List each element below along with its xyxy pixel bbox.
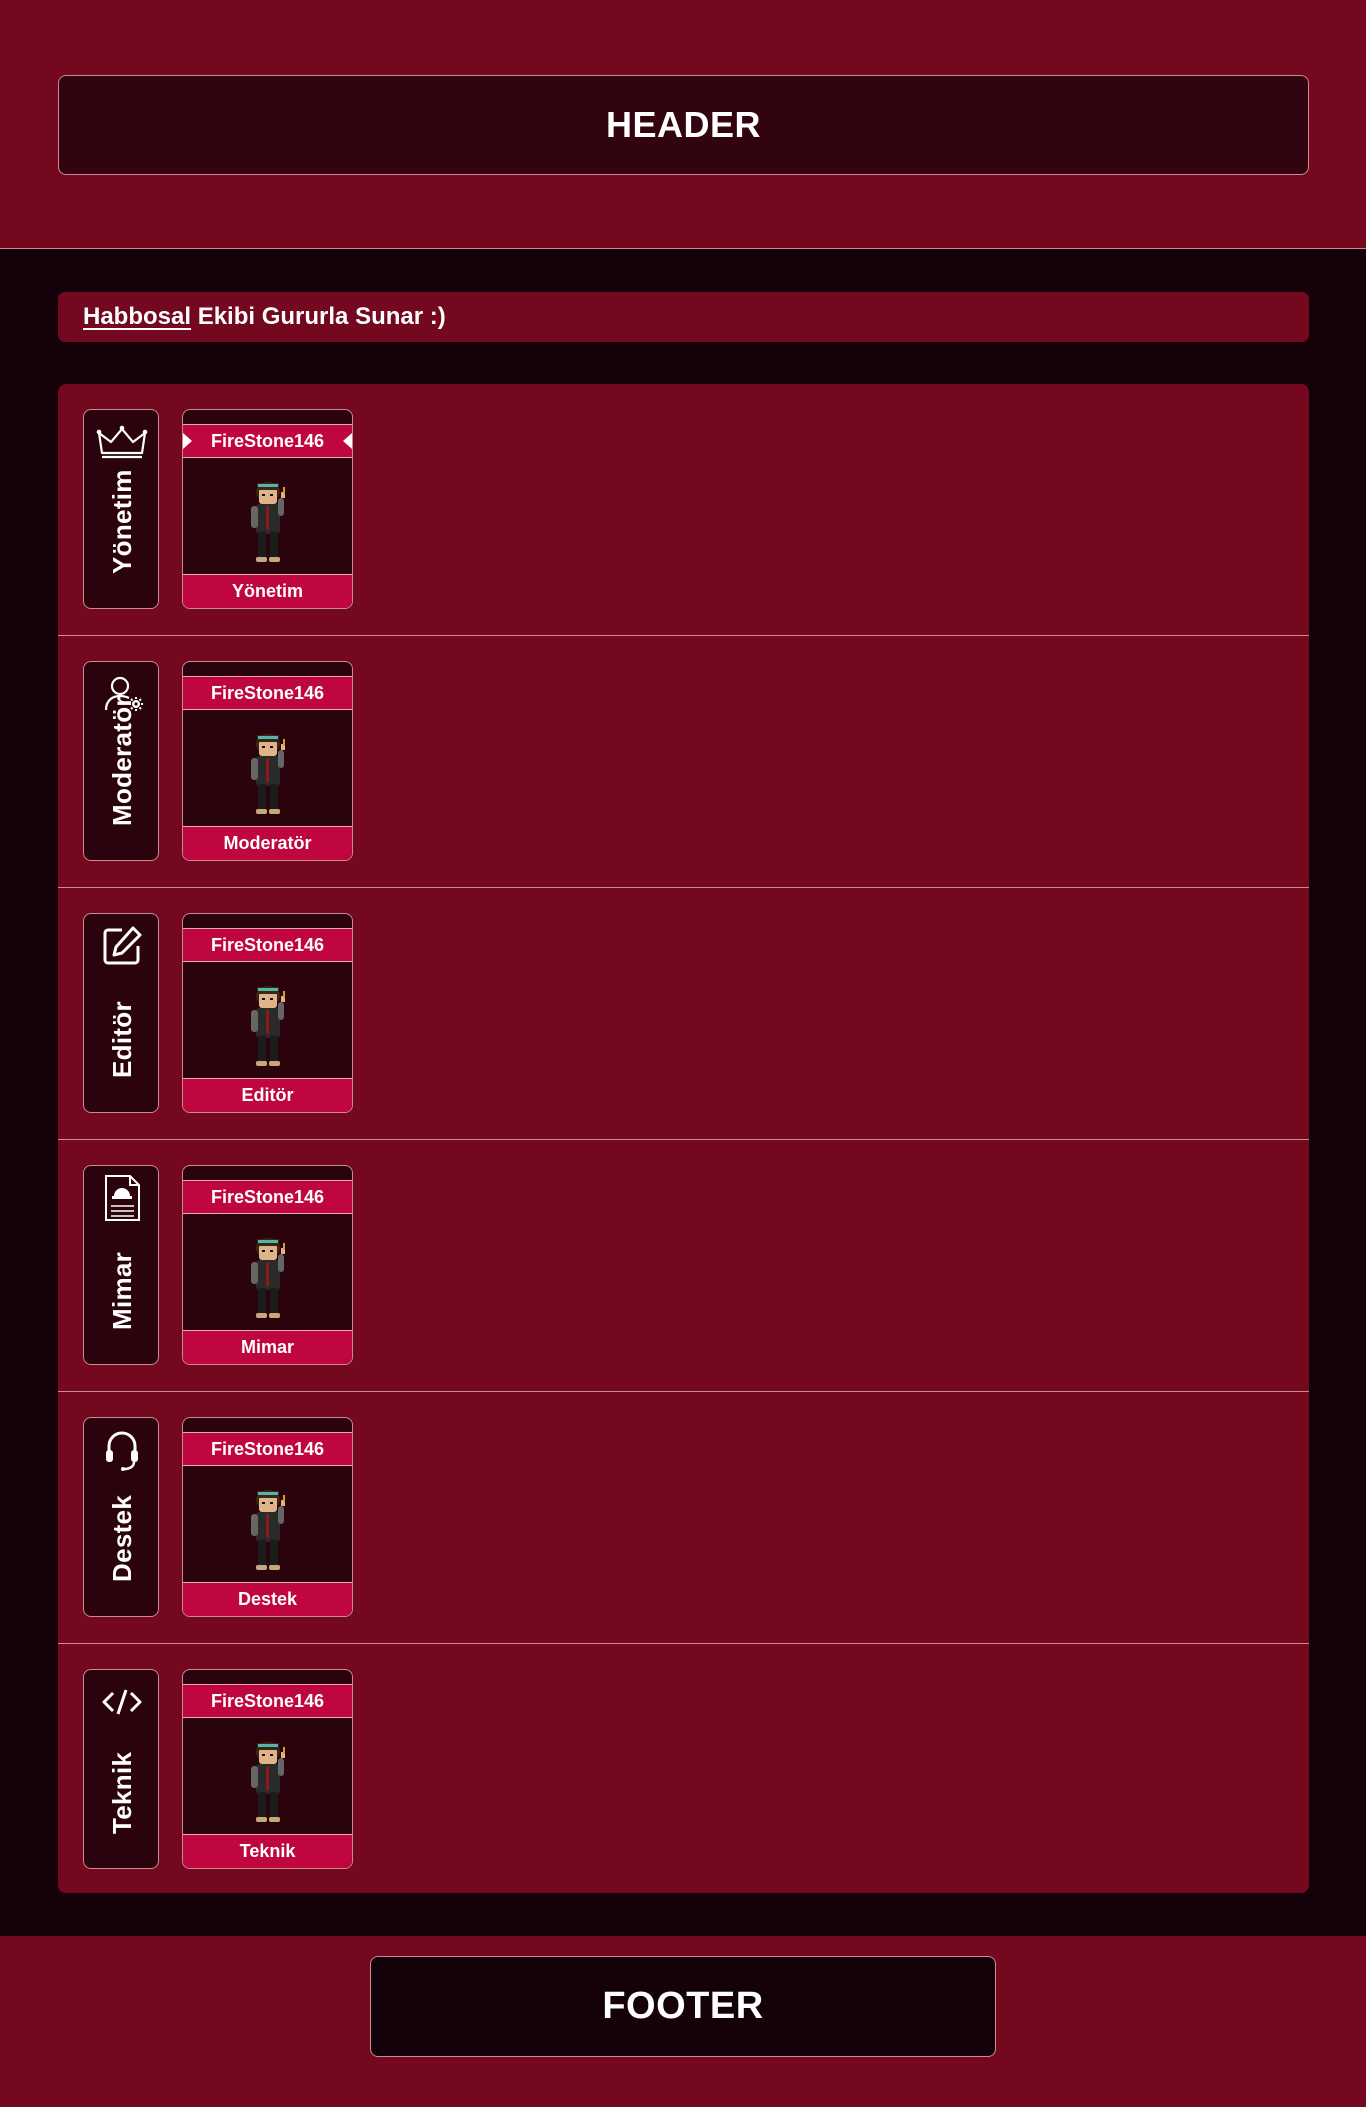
footer-box: FOOTER: [370, 1956, 996, 2057]
team-panel: Yönetim FireStone146 Yönetim Moderatör F…: [58, 384, 1309, 1893]
header-title: HEADER: [605, 104, 761, 145]
member-role: Mimar: [183, 1330, 352, 1364]
tagline-text: Ekibi Gururla Sunar :): [191, 303, 446, 330]
footer-title: FOOTER: [602, 1985, 764, 2027]
rank-label: Editör: [107, 1001, 137, 1078]
avatar: [251, 1238, 285, 1318]
avatar: [251, 482, 285, 562]
header-box: HEADER: [58, 75, 1309, 175]
member-role: Yönetim: [183, 574, 352, 608]
bottom-band: FOOTER: [0, 1936, 1366, 2107]
code-icon: [84, 1676, 160, 1728]
rank-label: Teknik: [107, 1751, 137, 1834]
team-row-destek: Destek FireStone146 Destek: [58, 1392, 1309, 1644]
member-card[interactable]: FireStone146 Yönetim: [182, 409, 353, 609]
member-role: Moderatör: [183, 826, 352, 860]
tagline-bar: Habbosal Ekibi Gururla Sunar :): [58, 292, 1309, 342]
rank-label: Moderatör: [107, 696, 137, 826]
rank-tab: Yönetim: [83, 409, 159, 609]
member-role: Destek: [183, 1582, 352, 1616]
member-card[interactable]: FireStone146 Destek: [182, 1417, 353, 1617]
member-name-text: FireStone146: [210, 1438, 325, 1459]
team-row-moderator: Moderatör FireStone146 Moderatör: [58, 636, 1309, 888]
member-name: FireStone146: [183, 1180, 352, 1214]
member-name-text: FireStone146: [210, 682, 325, 703]
blueprint-document-icon: [84, 1172, 160, 1224]
member-name-text: FireStone146: [210, 934, 325, 955]
avatar: [251, 1742, 285, 1822]
rank-tab: Moderatör: [83, 661, 159, 861]
member-card[interactable]: FireStone146 Teknik: [182, 1669, 353, 1869]
member-name-text: FireStone146: [210, 430, 325, 451]
headset-icon: [84, 1424, 160, 1476]
member-role: Editör: [183, 1078, 352, 1112]
rank-label: Mimar: [107, 1251, 137, 1330]
member-card[interactable]: FireStone146 Mimar: [182, 1165, 353, 1365]
rank-tab: Mimar: [83, 1165, 159, 1365]
rank-label: Yönetim: [107, 469, 137, 574]
rank-tab: Editör: [83, 913, 159, 1113]
member-name: FireStone146: [183, 1684, 352, 1718]
brand-link[interactable]: Habbosal: [83, 303, 191, 331]
team-row-mimar: Mimar FireStone146 Mimar: [58, 1140, 1309, 1392]
member-role: Teknik: [183, 1834, 352, 1868]
member-name: FireStone146: [183, 676, 352, 710]
edit-icon: [84, 920, 160, 972]
top-band: HEADER: [0, 0, 1366, 249]
avatar: [251, 734, 285, 814]
member-card[interactable]: FireStone146 Editör: [182, 913, 353, 1113]
avatar: [251, 986, 285, 1066]
rank-tab: Teknik: [83, 1669, 159, 1869]
member-name: FireStone146: [183, 424, 352, 458]
avatar: [251, 1490, 285, 1570]
member-name-text: FireStone146: [210, 1690, 325, 1711]
ribbon-notch-left: [183, 433, 192, 449]
rank-label: Destek: [107, 1494, 137, 1582]
crown-icon: [84, 416, 160, 468]
team-row-editor: Editör FireStone146 Editör: [58, 888, 1309, 1140]
member-name-text: FireStone146: [210, 1186, 325, 1207]
member-card[interactable]: FireStone146 Moderatör: [182, 661, 353, 861]
member-name: FireStone146: [183, 928, 352, 962]
rank-tab: Destek: [83, 1417, 159, 1617]
ribbon-notch-right: [343, 433, 352, 449]
member-name: FireStone146: [183, 1432, 352, 1466]
team-row-yonetim: Yönetim FireStone146 Yönetim: [58, 384, 1309, 636]
team-row-teknik: Teknik FireStone146 Teknik: [58, 1644, 1309, 1893]
